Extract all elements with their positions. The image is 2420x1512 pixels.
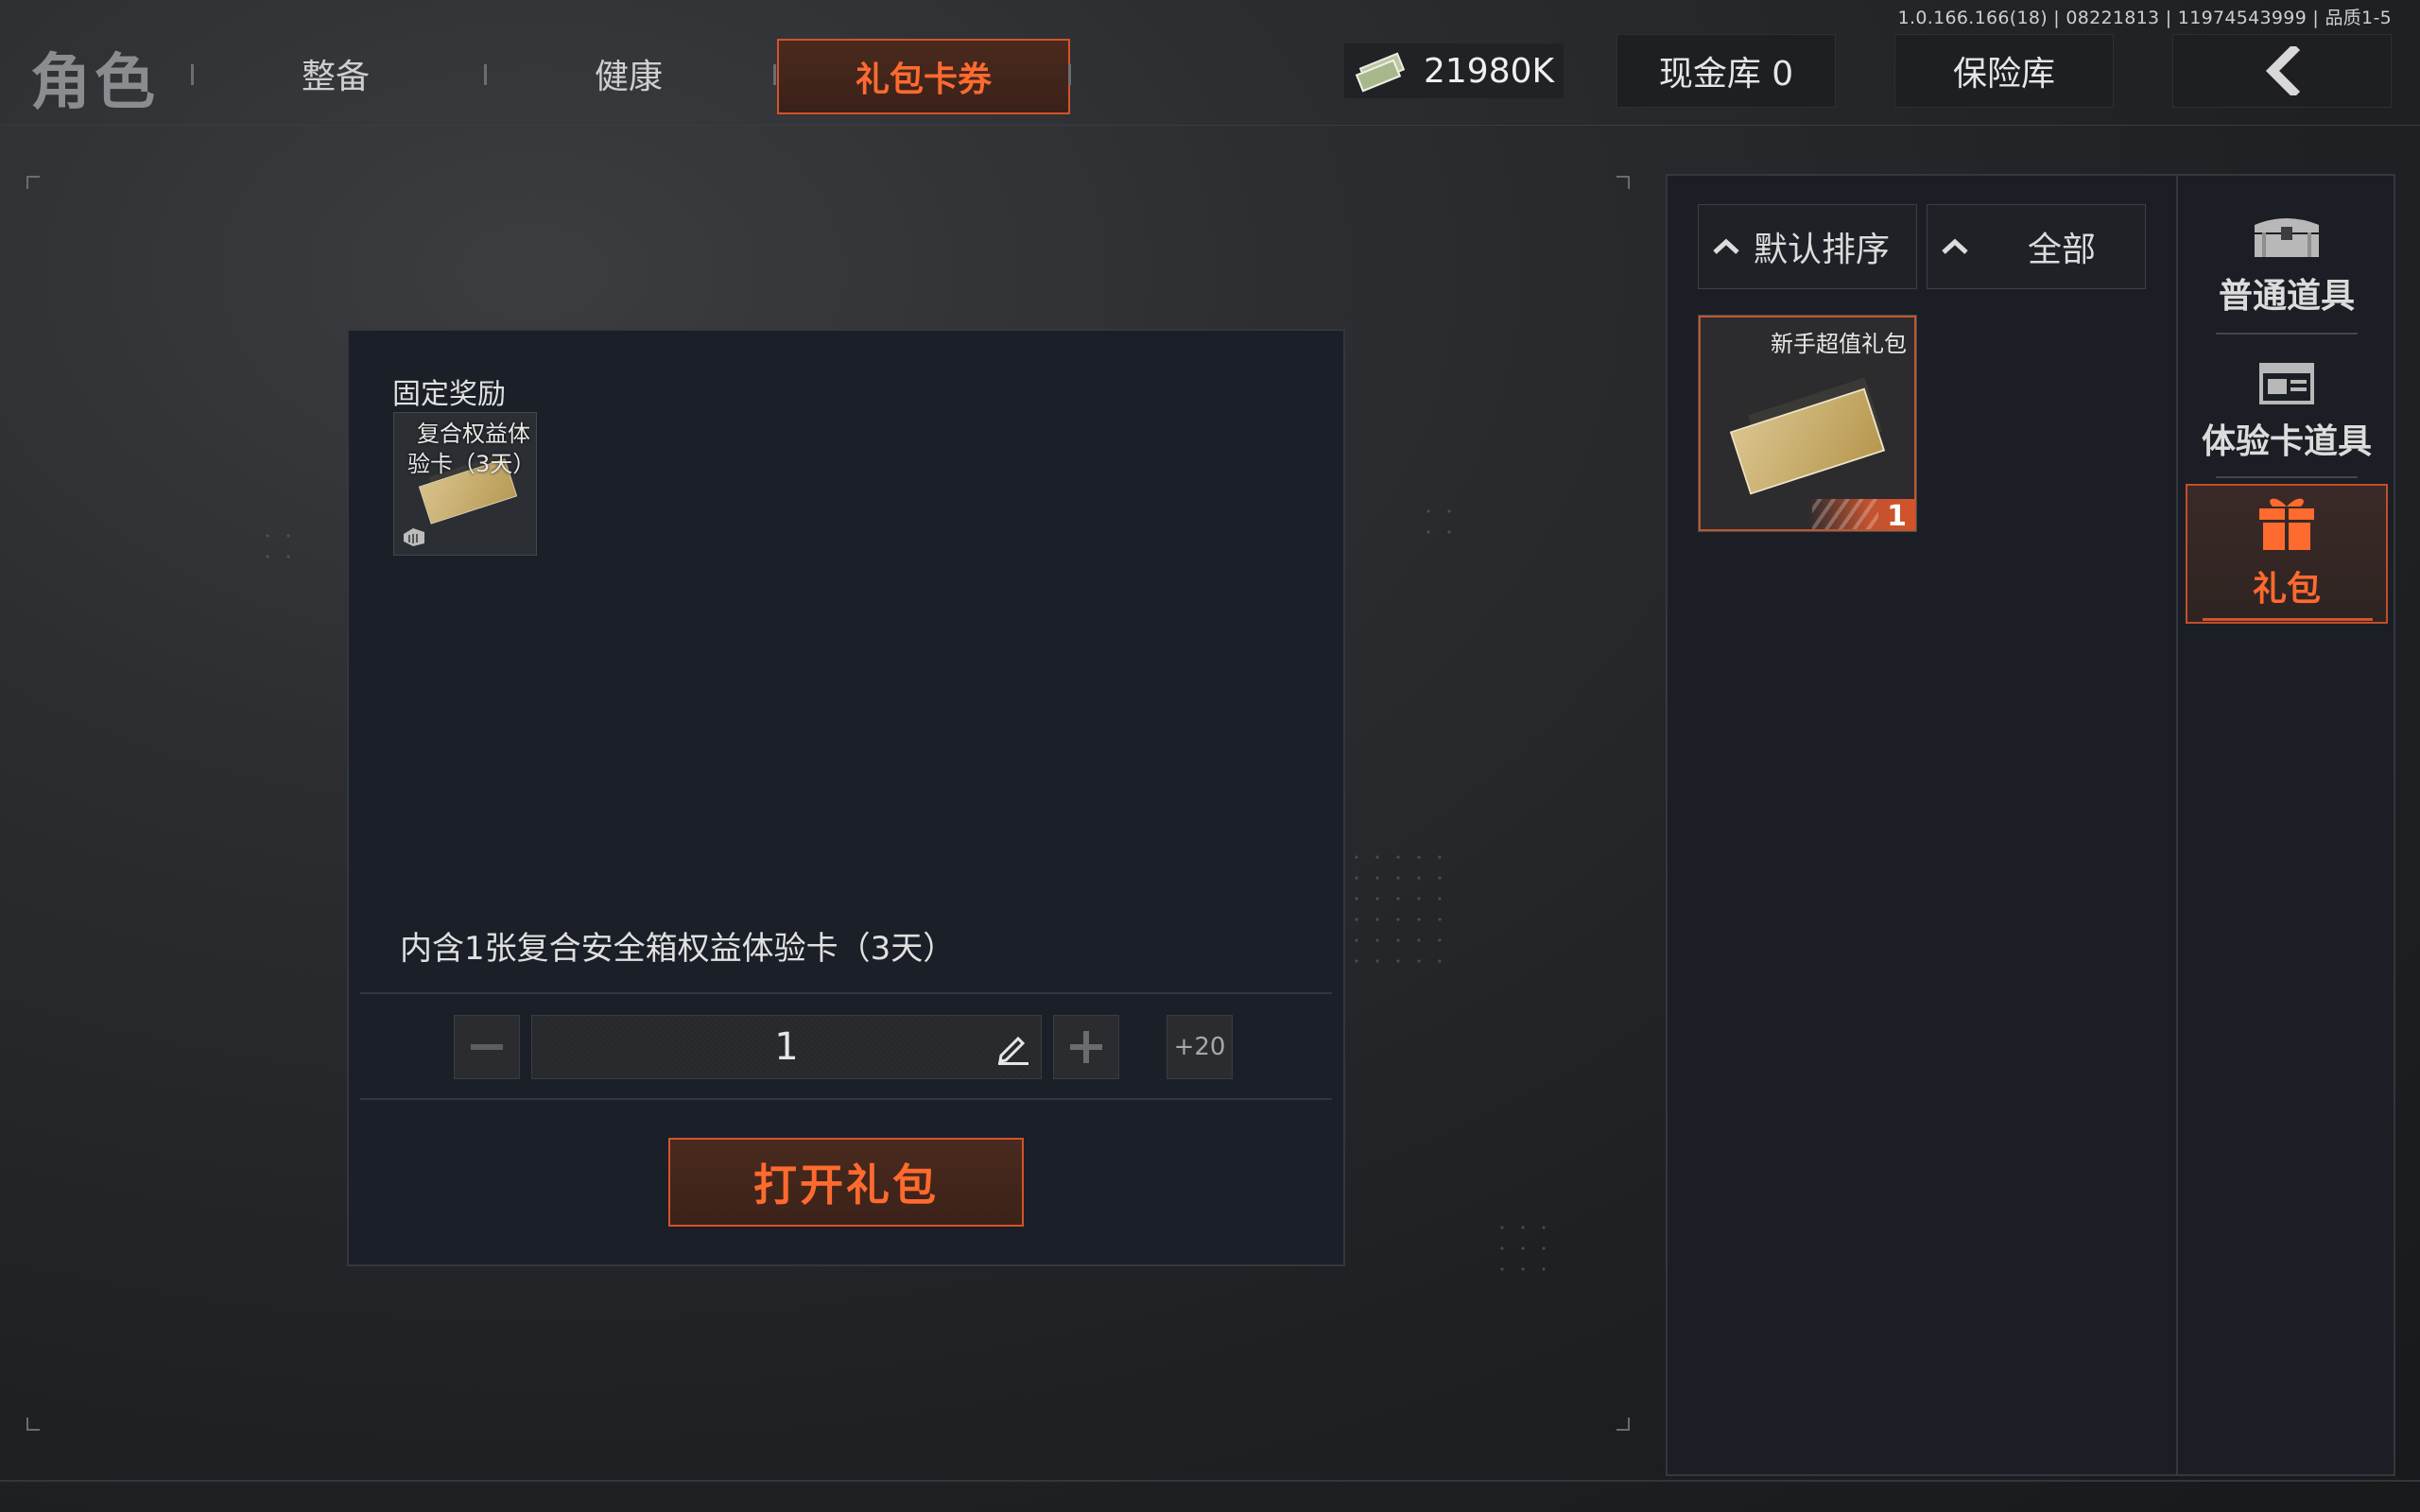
plus-icon [1070,1031,1102,1063]
safe-vault-button[interactable]: 保险库 [1894,34,2114,108]
nav-separator [773,64,776,85]
bottom-border [0,1480,2420,1482]
cash-vault-button[interactable]: 现金库 0 [1616,34,1836,108]
card-icon [2259,363,2314,404]
trial-card-icon [404,528,424,546]
decor-dots [1492,1217,1554,1280]
quantity-increase-button[interactable] [1053,1015,1119,1079]
category-label: 礼包 [2252,570,2321,609]
chevron-up-icon [1713,238,1739,254]
category-separator [2216,476,2358,478]
corner-bracket [1616,1418,1630,1431]
back-button[interactable] [2172,34,2392,108]
page-title: 角色 [30,48,159,118]
corner-bracket [26,176,40,189]
filter-dropdown[interactable]: 全部 [1927,204,2146,289]
money-amount: 21980K [1424,51,1555,91]
sort-dropdown[interactable]: 默认排序 [1698,204,1917,289]
chest-icon [2255,218,2319,257]
divider [360,1098,1332,1100]
minus-icon [471,1044,503,1050]
panel-divider [2176,176,2178,1474]
gift-icon [2259,498,2314,550]
item-count: 1 [1887,500,1907,532]
category-label: 普通道具 [2218,277,2355,316]
divider [360,992,1332,994]
tab-equip[interactable]: 整备 [265,49,406,98]
back-arrow-icon [2265,46,2301,95]
filter-label: 全部 [2028,231,2097,269]
reward-item-card[interactable]: 复合权益体验卡（3天） [393,412,537,556]
category-active-underline [2203,618,2373,621]
category-trial-cards[interactable]: 体验卡道具 [2186,335,2388,474]
corner-bracket [26,1418,40,1431]
category-gift-packs[interactable]: 礼包 [2186,484,2388,624]
edit-pencil-icon [998,1036,1028,1065]
nav-separator [484,64,487,85]
category-normal-items[interactable]: 普通道具 [2186,189,2388,329]
gift-description: 内含1张复合安全箱权益体验卡（3天） [400,930,956,968]
decor-dots [257,525,299,567]
nav-separator [1068,64,1071,85]
cash-icon [1355,52,1409,93]
nav-separator [191,64,194,85]
decor-dots [1418,501,1460,542]
money-display: 21980K [1344,43,1564,98]
plus20-label: +20 [1173,1033,1226,1061]
reward-item-name: 复合权益体验卡（3天） [407,421,536,477]
tab-health[interactable]: 健康 [558,49,700,98]
quantity-plus20-button[interactable]: +20 [1167,1015,1233,1079]
item-name: 新手超值礼包 [1771,331,1907,357]
chevron-up-icon [1942,238,1968,254]
quantity-value: 1 [774,1025,799,1069]
version-info: 1.0.166.166(18) | 08221813 | 11974543999… [1897,8,2392,28]
sort-label: 默认排序 [1754,231,1891,269]
corner-bracket [1616,176,1630,189]
open-gift-button[interactable]: 打开礼包 [668,1138,1024,1227]
inventory-item-card[interactable]: 新手超值礼包 1 [1698,315,1917,532]
tab-gift-vouchers[interactable]: 礼包卡券 [777,39,1070,114]
category-label: 体验卡道具 [2201,422,2372,461]
fixed-reward-label: 固定奖励 [392,378,506,411]
decor-dots [1346,847,1450,979]
quantity-input[interactable]: 1 [531,1015,1042,1079]
quantity-decrease-button[interactable] [454,1015,520,1079]
